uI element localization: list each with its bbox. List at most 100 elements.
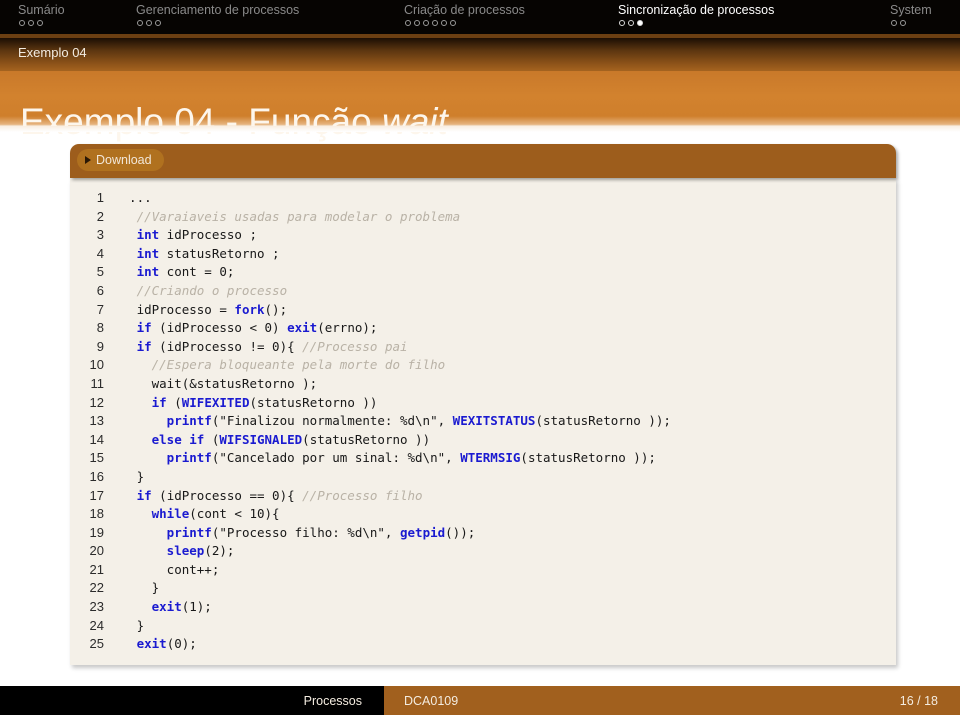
line-number: 4	[96, 245, 104, 261]
line-number: 11	[90, 375, 105, 391]
progress-dot[interactable]	[19, 20, 25, 26]
token-src: idProcesso ;	[159, 227, 257, 243]
progress-dot[interactable]	[414, 20, 420, 26]
code-line: 4 int statusRetorno ;	[70, 246, 896, 265]
download-button[interactable]: Download	[77, 149, 164, 171]
progress-dot[interactable]	[28, 20, 34, 26]
slide-footer: Processos DCA0109 16 / 18	[0, 686, 960, 715]
slide-header: Exemplo 04 Exemplo 04 - Função wait	[0, 38, 960, 142]
token-cmt: //Espera bloqueante pela morte do filho	[114, 357, 446, 373]
token-src: cont = 0;	[159, 264, 235, 280]
nav-section-0[interactable]: Sumário	[18, 0, 65, 26]
code-line: 3 int idProcesso ;	[70, 227, 896, 246]
line-content: sleep(2);	[114, 543, 235, 558]
header-fade-divider	[0, 126, 960, 132]
page-title: Exemplo 04 - Função wait	[20, 96, 448, 148]
progress-dot[interactable]	[155, 20, 161, 26]
code-line: 1 ...	[70, 190, 896, 209]
line-number: 23	[89, 599, 104, 615]
line-number: 22	[89, 580, 104, 596]
token-src: ("Processo filho: %d\n",	[211, 524, 400, 540]
progress-dot[interactable]	[137, 20, 143, 26]
progress-dot[interactable]	[450, 20, 456, 26]
token-src: (	[204, 431, 220, 447]
token-kw: if	[114, 394, 167, 410]
line-number: 3	[96, 227, 104, 243]
line-number: 1	[96, 190, 104, 205]
nav-section-label: Gerenciamento de processos	[136, 3, 300, 17]
token-kw: WEXITSTATUS	[452, 413, 536, 429]
token-src: (idProcesso < 0)	[151, 320, 288, 336]
progress-dot[interactable]	[423, 20, 429, 26]
line-content: while(cont < 10){	[114, 506, 280, 521]
token-src: ("Cancelado por um sinal: %d\n",	[211, 450, 461, 466]
progress-dot[interactable]	[628, 20, 634, 26]
token-src: (1);	[181, 599, 212, 615]
line-number: 21	[89, 561, 104, 577]
progress-dot[interactable]	[441, 20, 447, 26]
subtitle-bar: Exemplo 04	[0, 38, 960, 71]
token-kw: int	[114, 245, 160, 261]
nav-progress-dots	[404, 20, 456, 26]
token-cmt: //Varaiaveis usadas para modelar o probl…	[114, 208, 461, 224]
line-number: 18	[89, 506, 104, 522]
code-line: 8 if (idProcesso < 0) exit(errno);	[70, 320, 896, 339]
token-src: (statusRetorno ));	[535, 413, 671, 429]
footer-author: Processos	[303, 693, 362, 708]
code-line: 20 sleep(2);	[70, 543, 896, 562]
line-content: int statusRetorno ;	[114, 246, 280, 261]
line-number: 17	[89, 487, 104, 503]
nav-progress-dots	[618, 20, 643, 26]
token-src: (statusRetorno ))	[249, 394, 378, 410]
line-content: if (WIFEXITED(statusRetorno ))	[114, 394, 378, 410]
nav-section-label: System	[890, 3, 932, 17]
title-emphasis: wait	[381, 100, 448, 142]
title-prefix: Exemplo 04 - Função	[20, 100, 382, 142]
line-content: }	[114, 580, 160, 596]
token-kw: exit	[287, 320, 318, 336]
slide-subtitle: Exemplo 04	[18, 45, 87, 60]
line-number: 13	[89, 413, 104, 429]
line-number: 15	[89, 450, 104, 466]
line-content: int idProcesso ;	[114, 227, 257, 242]
line-content: if (idProcesso == 0){ //Processo filho	[114, 488, 423, 503]
code-line: 17 if (idProcesso == 0){ //Processo filh…	[70, 488, 896, 507]
token-src: ();	[264, 301, 288, 317]
line-content: ...	[114, 190, 152, 205]
title-bar: Exemplo 04 - Função wait	[0, 71, 960, 142]
nav-section-4[interactable]: System	[890, 0, 932, 26]
line-content: if (idProcesso < 0) exit(errno);	[114, 320, 378, 336]
token-src: wait(&statusRetorno );	[114, 375, 318, 391]
token-kw: printf	[114, 413, 212, 429]
line-number: 20	[89, 543, 104, 559]
token-kw: exit	[114, 636, 167, 652]
nav-section-2[interactable]: Criação de processos	[404, 0, 525, 26]
code-line: 5 int cont = 0;	[70, 264, 896, 283]
token-src: ...	[114, 190, 152, 205]
code-listing-panel: Download 1 ... 2 //Varaiaveis usadas para…	[70, 144, 896, 665]
code-line: 21 cont++;	[70, 562, 896, 581]
progress-dot[interactable]	[891, 20, 897, 26]
nav-section-3[interactable]: Sincronização de processos	[618, 0, 774, 26]
progress-dot[interactable]	[405, 20, 411, 26]
token-cmt: //Criando o processo	[114, 282, 288, 298]
progress-dot[interactable]	[619, 20, 625, 26]
code-line: 25 exit(0);	[70, 636, 896, 655]
token-src: (statusRetorno ))	[302, 431, 431, 447]
token-kw: printf	[114, 450, 212, 466]
token-kw: printf	[114, 524, 212, 540]
progress-dot[interactable]	[146, 20, 152, 26]
line-content: printf("Processo filho: %d\n", getpid())…	[114, 524, 476, 540]
progress-dot-current[interactable]	[637, 20, 643, 26]
nav-progress-dots	[18, 20, 43, 26]
token-src: }	[114, 468, 145, 484]
token-kw: WTERMSIG	[460, 450, 521, 466]
line-content: wait(&statusRetorno );	[114, 375, 318, 391]
code-line: 18 while(cont < 10){	[70, 506, 896, 525]
token-src: (cont < 10){	[189, 506, 280, 522]
progress-dot[interactable]	[37, 20, 43, 26]
nav-section-1[interactable]: Gerenciamento de processos	[136, 0, 299, 26]
progress-dot[interactable]	[432, 20, 438, 26]
token-src: }	[114, 580, 160, 596]
progress-dot[interactable]	[900, 20, 906, 26]
